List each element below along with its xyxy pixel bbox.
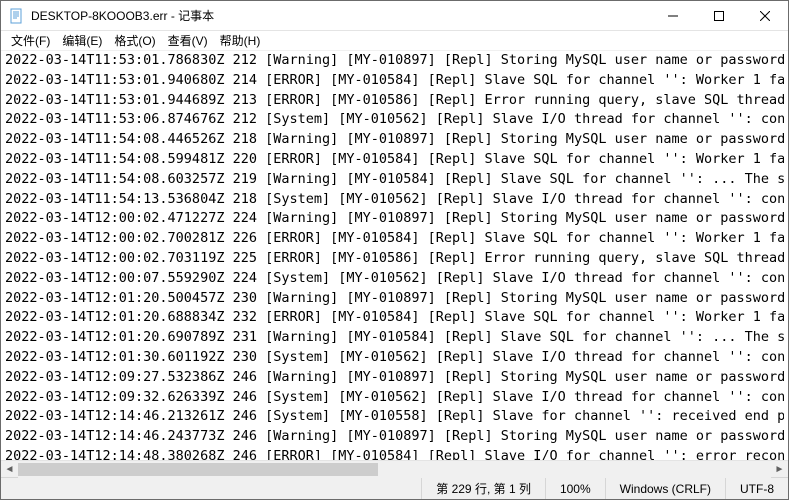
log-line[interactable]: 2022-03-14T11:53:01.786830Z 212 [Warning…: [5, 51, 784, 71]
log-line[interactable]: 2022-03-14T12:01:30.601192Z 230 [System]…: [5, 348, 784, 368]
log-line[interactable]: 2022-03-14T12:00:07.559290Z 224 [System]…: [5, 269, 784, 289]
log-line[interactable]: 2022-03-14T12:00:02.700281Z 226 [ERROR] …: [5, 229, 784, 249]
scroll-left-arrow[interactable]: ◄: [1, 461, 18, 478]
minimize-button[interactable]: [650, 1, 696, 30]
horizontal-scrollbar[interactable]: ◄ ►: [1, 460, 788, 477]
log-line[interactable]: 2022-03-14T12:01:20.690789Z 231 [Warning…: [5, 328, 784, 348]
log-line[interactable]: 2022-03-14T12:00:02.703119Z 225 [ERROR] …: [5, 249, 784, 269]
titlebar[interactable]: DESKTOP-8KOOOB3.err - 记事本: [1, 1, 788, 31]
log-line[interactable]: 2022-03-14T12:14:46.243773Z 246 [Warning…: [5, 427, 784, 447]
status-lineending: Windows (CRLF): [605, 478, 725, 499]
menubar: 文件(F) 编辑(E) 格式(O) 查看(V) 帮助(H): [1, 31, 788, 51]
log-line[interactable]: 2022-03-14T12:01:20.688834Z 232 [ERROR] …: [5, 308, 784, 328]
log-line[interactable]: 2022-03-14T12:09:27.532386Z 246 [Warning…: [5, 368, 784, 388]
log-line[interactable]: 2022-03-14T11:54:13.536804Z 218 [System]…: [5, 190, 784, 210]
scroll-right-arrow[interactable]: ►: [771, 461, 788, 478]
log-line[interactable]: 2022-03-14T11:54:08.446526Z 218 [Warning…: [5, 130, 784, 150]
log-line[interactable]: 2022-03-14T12:14:46.213261Z 246 [System]…: [5, 407, 784, 427]
notepad-window: DESKTOP-8KOOOB3.err - 记事本 文件(F) 编辑(E) 格式…: [0, 0, 789, 500]
log-line[interactable]: 2022-03-14T11:53:01.944689Z 213 [ERROR] …: [5, 91, 784, 111]
scroll-track[interactable]: [18, 461, 771, 478]
status-encoding: UTF-8: [725, 478, 788, 499]
log-line[interactable]: 2022-03-14T11:54:08.599481Z 220 [ERROR] …: [5, 150, 784, 170]
window-title: DESKTOP-8KOOOB3.err - 记事本: [31, 7, 650, 24]
menu-help[interactable]: 帮助(H): [214, 32, 267, 49]
log-line[interactable]: 2022-03-14T12:01:20.500457Z 230 [Warning…: [5, 289, 784, 309]
statusbar: 第 229 行, 第 1 列 100% Windows (CRLF) UTF-8: [1, 477, 788, 499]
log-line[interactable]: 2022-03-14T12:14:48.380268Z 246 [ERROR] …: [5, 447, 784, 460]
log-line[interactable]: 2022-03-14T12:00:02.471227Z 224 [Warning…: [5, 209, 784, 229]
log-line[interactable]: 2022-03-14T11:53:06.874676Z 212 [System]…: [5, 110, 784, 130]
maximize-button[interactable]: [696, 1, 742, 30]
log-line[interactable]: 2022-03-14T12:09:32.626339Z 246 [System]…: [5, 388, 784, 408]
app-icon: [9, 8, 25, 24]
menu-format[interactable]: 格式(O): [108, 32, 161, 49]
log-line[interactable]: 2022-03-14T11:53:01.940680Z 214 [ERROR] …: [5, 71, 784, 91]
status-position: 第 229 行, 第 1 列: [421, 478, 545, 499]
text-area[interactable]: 2022-03-14T11:53:01.786830Z 212 [Warning…: [1, 51, 788, 460]
close-button[interactable]: [742, 1, 788, 30]
window-buttons: [650, 1, 788, 30]
menu-edit[interactable]: 编辑(E): [56, 32, 108, 49]
status-zoom: 100%: [545, 478, 605, 499]
menu-view[interactable]: 查看(V): [162, 32, 214, 49]
scroll-thumb[interactable]: [18, 463, 378, 476]
menu-file[interactable]: 文件(F): [5, 32, 56, 49]
log-line[interactable]: 2022-03-14T11:54:08.603257Z 219 [Warning…: [5, 170, 784, 190]
